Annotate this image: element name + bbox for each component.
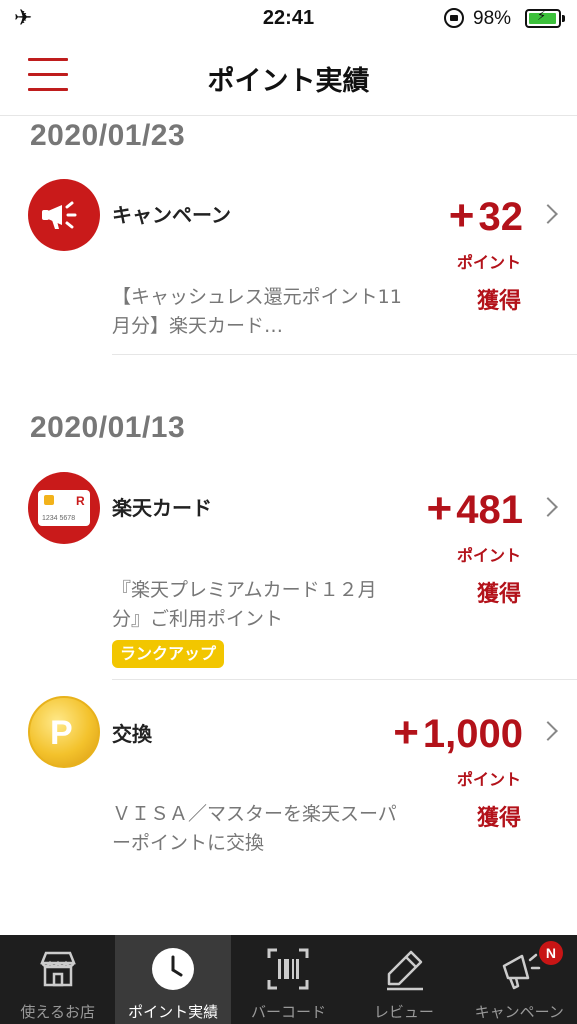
tab-barcode[interactable]: バーコード (231, 935, 346, 1024)
chevron-right-icon (538, 204, 558, 224)
svg-text:1234 5678: 1234 5678 (42, 515, 75, 522)
entry-category: 楽天カード (112, 496, 212, 520)
clock-icon (115, 945, 230, 993)
point-coin-icon: P (28, 696, 100, 768)
tab-campaign[interactable]: N キャンペーン (462, 935, 577, 1024)
megaphone-icon (28, 179, 100, 251)
credit-card-icon: R 1234 5678 (28, 472, 100, 544)
list-item-rakuten-card[interactable]: R 1234 5678 楽天カード +481 ポイント 獲得 『楽天プレミアムカ… (0, 460, 577, 680)
page-title: ポイント実績 (207, 66, 370, 97)
points-unit-label: ポイント (456, 546, 521, 565)
points-amount: +1,000 (393, 708, 523, 757)
svg-text:P: P (50, 714, 73, 752)
list-item-exchange[interactable]: P 交換 +1,000 ポイント 獲得 ＶＩＳＡ／マスターを楽天スーパーポイント… (0, 684, 577, 874)
entry-description: 【キャッシュレス還元ポイント11月分】楽天カード… (112, 286, 402, 337)
points-amount: +481 (426, 484, 523, 533)
bottom-tab-bar: 使えるお店 ポイント実績 バーコード レビュー N キャンペーン (0, 935, 577, 1024)
entry-description: ＶＩＳＡ／マスターを楽天スーパーポイントに交換 (112, 803, 397, 854)
points-history-list[interactable]: 2020/01/23 キャンペーン +32 ポイント 獲得 【キャッシュレス還元… (0, 117, 577, 935)
chevron-right-icon (538, 497, 558, 517)
list-item-campaign[interactable]: キャンペーン +32 ポイント 獲得 【キャッシュレス還元ポイント11月分】楽天… (0, 167, 577, 357)
points-status: 獲得 (476, 289, 521, 314)
tab-label: ポイント実績 (128, 1003, 219, 1021)
tab-label: レビュー (373, 1003, 434, 1021)
store-icon (0, 945, 115, 993)
svg-text:R: R (76, 494, 85, 508)
points-amount: +32 (448, 191, 523, 240)
new-badge: N (538, 941, 563, 965)
entry-category: キャンペーン (112, 203, 231, 227)
battery-charging-icon (525, 9, 561, 28)
tab-label: キャンペーン (474, 1003, 564, 1021)
date-header: 2020/01/23 (30, 119, 186, 152)
barcode-icon (231, 945, 346, 993)
tab-label: バーコード (250, 1003, 326, 1021)
points-status: 獲得 (476, 806, 521, 831)
points-unit-label: ポイント (456, 770, 521, 789)
entry-category: 交換 (112, 722, 152, 746)
tab-review[interactable]: レビュー (346, 935, 461, 1024)
tab-points-history[interactable]: ポイント実績 (115, 935, 231, 1024)
points-status: 獲得 (476, 582, 521, 607)
tab-stores[interactable]: 使えるお店 (0, 935, 115, 1024)
rank-up-badge: ランクアップ (112, 640, 225, 668)
divider (112, 354, 577, 355)
date-header: 2020/01/13 (30, 411, 186, 444)
tab-label: 使えるお店 (20, 1003, 95, 1021)
entry-description: 『楽天プレミアムカード１２月分』ご利用ポイント (112, 579, 377, 630)
battery-percent: 98% (473, 8, 512, 29)
app-header: ポイント実績 (0, 38, 577, 116)
orientation-lock-icon (444, 8, 464, 28)
pencil-icon (346, 945, 461, 993)
divider (112, 679, 577, 680)
points-unit-label: ポイント (456, 253, 521, 272)
status-bar: ✈ 22:41 98% (0, 0, 577, 38)
chevron-right-icon (538, 721, 558, 741)
